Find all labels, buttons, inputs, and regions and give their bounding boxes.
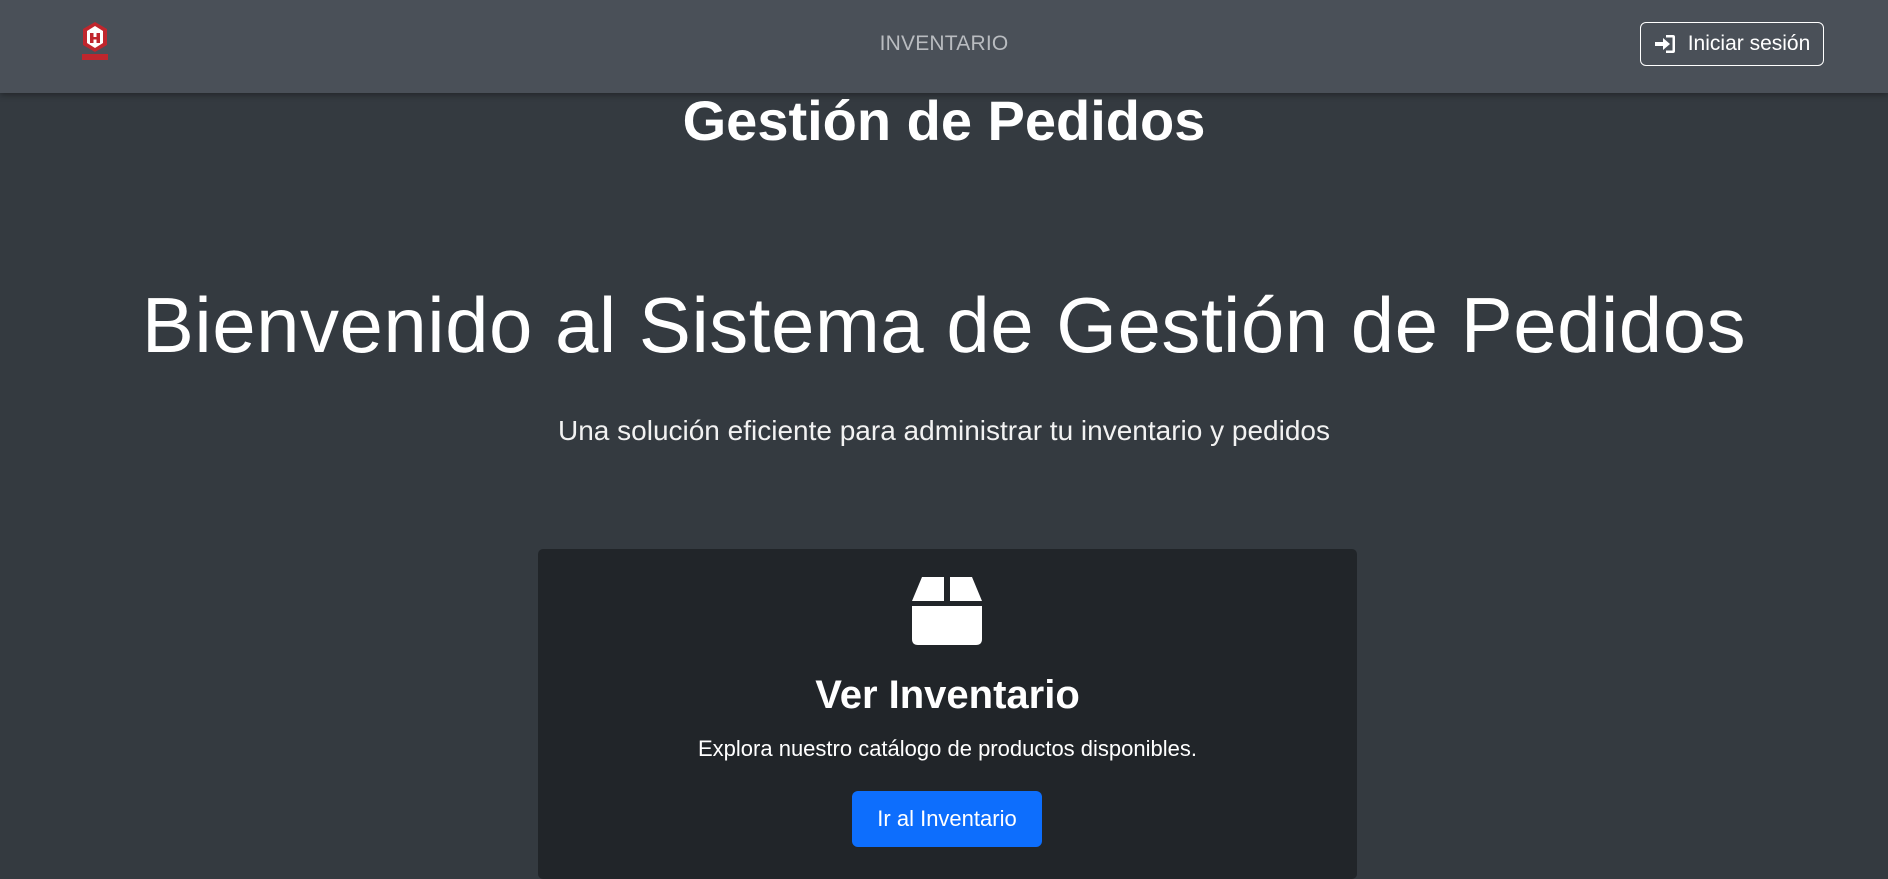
nav-link-inventario[interactable]: INVENTARIO bbox=[0, 32, 1888, 56]
hero-subtitle: Una solución eficiente para administrar … bbox=[558, 415, 1330, 446]
sign-in-icon bbox=[1654, 35, 1675, 53]
login-button[interactable]: Iniciar sesión bbox=[1640, 22, 1824, 66]
navbar: INVENTARIO Iniciar sesión bbox=[0, 0, 1888, 93]
hero-title: Bienvenido al Sistema de Gestión de Pedi… bbox=[141, 281, 1747, 369]
login-button-label: Iniciar sesión bbox=[1687, 32, 1811, 55]
card-text: Explora nuestro catálogo de productos di… bbox=[698, 736, 1197, 761]
box-icon bbox=[910, 573, 984, 647]
go-to-inventory-button[interactable]: Ir al Inventario bbox=[852, 791, 1042, 847]
inventory-card: Ver Inventario Explora nuestro catálogo … bbox=[538, 549, 1357, 879]
card-title: Ver Inventario bbox=[815, 673, 1080, 717]
page-title: Gestión de Pedidos bbox=[682, 89, 1206, 152]
